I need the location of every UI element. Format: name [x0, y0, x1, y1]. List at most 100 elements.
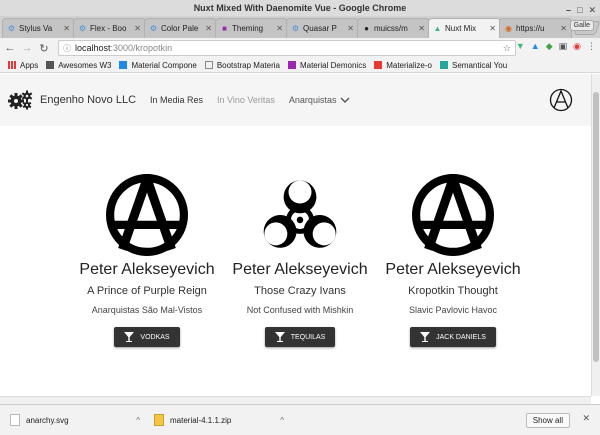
tab-favicon-icon: ◉ [505, 24, 512, 33]
nav-item-label: Anarquistas [288, 95, 337, 105]
extension-icon[interactable]: ◉ [573, 41, 581, 52]
tab-close-icon[interactable]: ✕ [134, 24, 141, 33]
window-titlebar: Nuxt Mixed With Daenomite Vue - Google C… [0, 0, 600, 16]
tab-favicon-icon: ⚙ [78, 24, 87, 33]
download-item[interactable]: material-4.1.1.zip ^ [154, 414, 284, 426]
bookmark-label: Materialize-o [386, 60, 432, 70]
card-description: Not Confused with Mishkin [246, 305, 354, 315]
bookmark-label: Apps [20, 60, 39, 70]
extension-icon[interactable]: ◆ [546, 41, 553, 52]
anarchy-account-button[interactable] [549, 88, 573, 117]
bookmark-item[interactable]: Awesomes W3 [46, 61, 111, 70]
chevron-up-icon[interactable]: ^ [280, 416, 284, 425]
bookmark-item[interactable]: Material Demonics [287, 60, 367, 70]
bookmark-item[interactable]: Materialize-o [374, 61, 432, 70]
tab[interactable]: ⚙ Stylus Va ✕ [2, 18, 75, 38]
bookmark-star-icon[interactable]: ☆ [503, 43, 511, 54]
vertical-scrollbar[interactable] [591, 74, 600, 396]
anarchy-icon [412, 174, 494, 256]
bookmark-item[interactable]: Bootstrap Materia [204, 60, 280, 70]
tab-close-icon[interactable]: ✕ [418, 24, 425, 33]
card-image [72, 174, 222, 256]
tab-close-icon[interactable]: ✕ [276, 24, 283, 33]
card-subtitle: A Prince of Purple Reign [87, 285, 207, 297]
material-icon [287, 61, 296, 69]
tab-close-icon[interactable]: ✕ [347, 24, 354, 33]
tab[interactable]: ⚙ Quasar P ✕ [286, 18, 359, 38]
bookmark-label: Material Demonics [299, 60, 367, 70]
card-subtitle: Kropotkin Thought [408, 285, 498, 297]
download-item[interactable]: anarchy.svg ^ [10, 414, 140, 426]
tab-active[interactable]: ▲ Nuxt Mix ✕ [428, 18, 501, 38]
tab-strip: ⚙ Stylus Va ✕ ⚙ Flex - Boo ✕ ⚙ Color Pale ✕ ■ T… [0, 16, 600, 38]
tab-label: Theming [232, 24, 264, 33]
button-label: TEQUILAS [290, 333, 326, 341]
anarchy-outline-icon [549, 88, 573, 112]
card-image [378, 174, 528, 256]
tab[interactable]: ● muicss/m ✕ [357, 18, 430, 38]
card-title: Peter Alekseyevich [79, 261, 215, 278]
tab[interactable]: ⚙ Color Pale ✕ [144, 18, 217, 38]
info-icon[interactable]: ⓘ [63, 43, 71, 54]
card: Peter Alekseyevich Kropotkin Thought Sla… [378, 174, 528, 347]
materialize-icon [374, 61, 383, 69]
menu-icon[interactable]: ⋮ [587, 41, 596, 52]
brand-name: Engenho Novo LLC [40, 94, 137, 106]
main-nav: In Media Res In Vino Veritas Anarquistas [150, 95, 350, 105]
tab-close-icon[interactable]: ✕ [205, 24, 212, 33]
horizontal-scrollbar[interactable] [0, 396, 591, 404]
window-title: Nuxt Mixed With Daenomite Vue - Google C… [193, 3, 407, 13]
forward-icon[interactable]: → [20, 42, 34, 54]
bookmark-label: Bootstrap Materia [216, 60, 280, 70]
vodkas-button[interactable]: VODKAS [114, 327, 180, 347]
tab-favicon-icon: ▲ [433, 24, 442, 33]
chevron-up-icon[interactable]: ^ [136, 416, 140, 425]
button-label: JACK DANIELS [436, 333, 486, 341]
bookmark-item[interactable]: Semantical You [440, 61, 507, 70]
tab-label: muicss/m [374, 24, 408, 33]
app-toolbar: Engenho Novo LLC In Media Res In Vino Ve… [0, 74, 591, 126]
bookmark-label: Semantical You [452, 60, 508, 70]
gears-icon [8, 90, 33, 110]
nav-item-in-vino-veritas[interactable]: In Vino Veritas [217, 95, 275, 105]
tequilas-button[interactable]: TEQUILAS [264, 327, 336, 347]
extension-icon[interactable]: ▲ [531, 41, 540, 52]
page-viewport: Engenho Novo LLC In Media Res In Vino Ve… [0, 74, 591, 396]
tab-close-icon[interactable]: ✕ [560, 24, 567, 33]
tab[interactable]: ◉ https://u ✕ [499, 18, 572, 38]
nav-item-in-media-res[interactable]: In Media Res [150, 95, 203, 105]
reload-icon[interactable]: ↻ [37, 42, 51, 55]
show-all-button[interactable]: Show all [525, 413, 570, 428]
tab-close-icon[interactable]: ✕ [489, 24, 496, 33]
cocktail-icon [124, 332, 135, 342]
nav-item-anarquistas[interactable]: Anarquistas [289, 95, 351, 105]
tab-close-icon[interactable]: ✕ [63, 24, 70, 33]
card-title: Peter Alekseyevich [385, 261, 521, 278]
back-icon[interactable]: ← [3, 42, 17, 54]
card-image [225, 174, 375, 256]
jack-daniels-button[interactable]: JACK DANIELS [410, 327, 496, 347]
tab-label: Nuxt Mix [445, 24, 477, 33]
tab[interactable]: ■ Theming ✕ [215, 18, 288, 38]
card-subtitle: Those Crazy Ivans [254, 285, 346, 297]
close-icon[interactable]: ✕ [582, 413, 590, 424]
page-icon [204, 61, 213, 69]
profile-button[interactable]: Galle [569, 20, 594, 31]
tab[interactable]: ⚙ Flex - Boo ✕ [73, 18, 146, 38]
bookmark-apps[interactable]: Apps [8, 61, 38, 70]
material-icon [119, 61, 128, 69]
extension-icon[interactable]: ▣ [559, 41, 568, 52]
tab-favicon-icon: ⚙ [7, 24, 16, 33]
extensions: ▼ ▲ ◆ ▣ ◉ ⋮ [516, 41, 596, 52]
tab-favicon-icon: ⚙ [291, 24, 300, 33]
brand[interactable]: Engenho Novo LLC [8, 90, 136, 110]
anarchy-icon [106, 174, 188, 256]
cocktail-icon [274, 332, 285, 342]
vue-devtools-icon[interactable]: ▼ [516, 41, 525, 52]
file-icon [10, 414, 20, 426]
bookmark-item[interactable]: Material Compone [119, 60, 197, 70]
tab-label: https://u [516, 24, 545, 33]
bookmark-label: Material Compone [131, 60, 197, 70]
address-bar[interactable]: ⓘ localhost:3000/kropotkin ☆ [58, 40, 516, 56]
scrollbar-thumb[interactable] [593, 92, 599, 362]
